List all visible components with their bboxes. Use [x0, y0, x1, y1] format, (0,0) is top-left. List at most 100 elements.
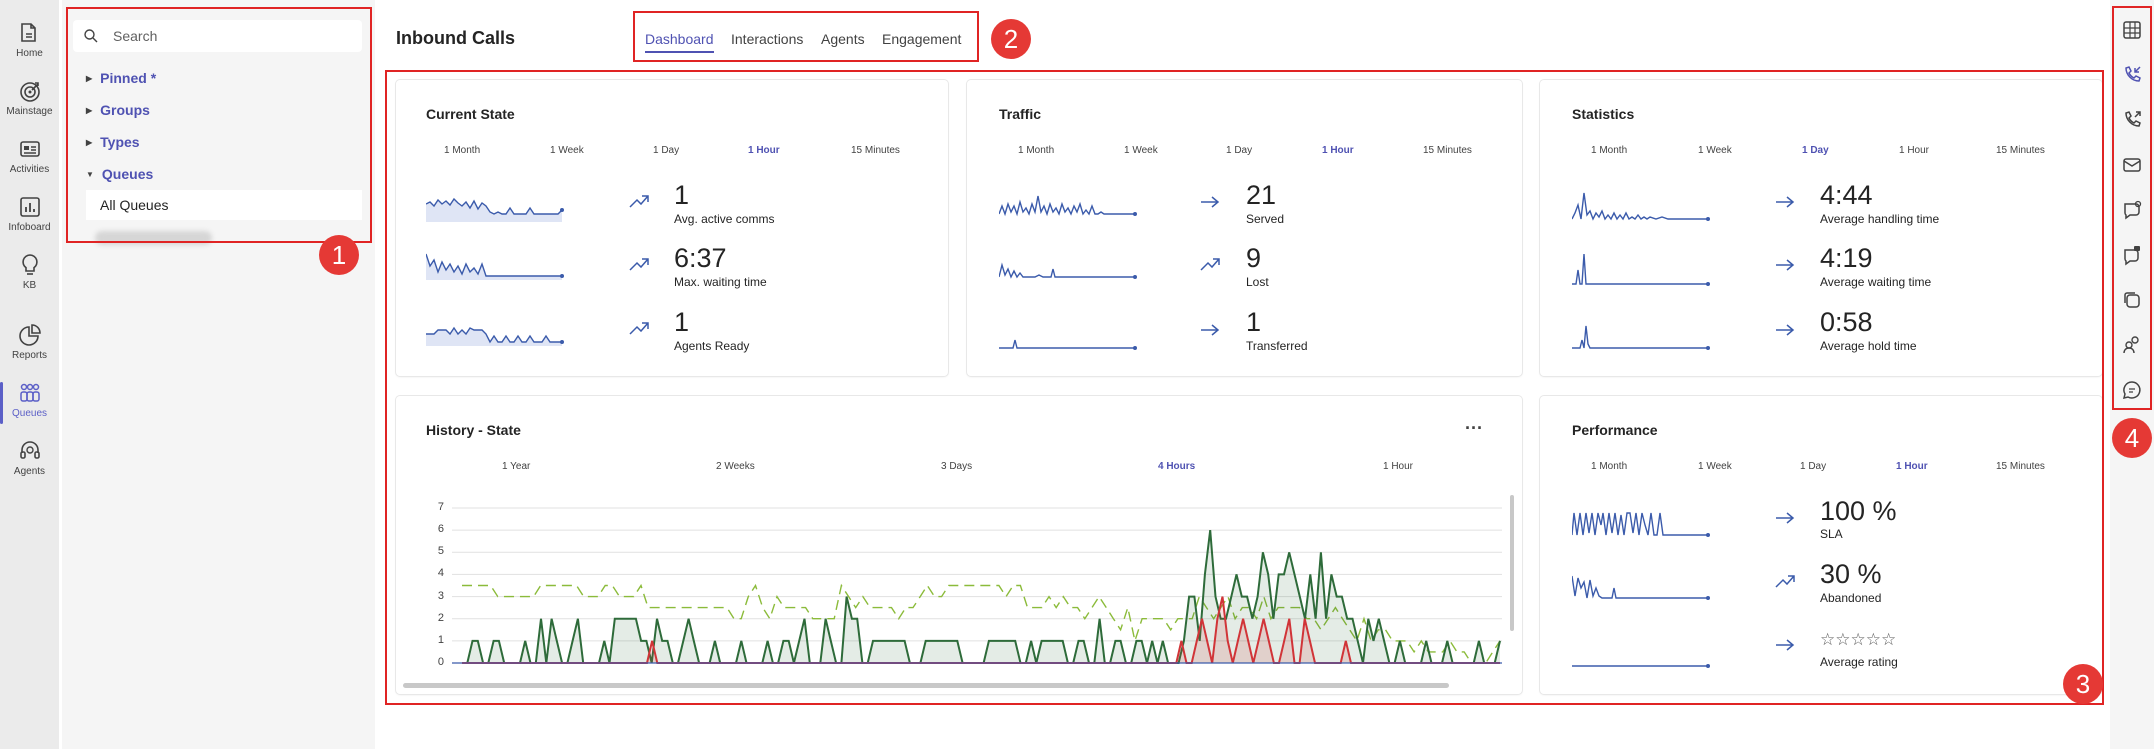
- rail-item-home[interactable]: Home: [0, 18, 59, 74]
- comment-icon[interactable]: [2121, 379, 2143, 401]
- pie-icon: [18, 324, 41, 346]
- rail-item-mainstage[interactable]: Mainstage: [0, 76, 59, 132]
- kpi-label: Lost: [1246, 275, 1269, 289]
- range-tab-1-day[interactable]: 1 Day: [1800, 461, 1826, 472]
- sparkline-average-hold-time: [1572, 325, 1710, 350]
- queues-icon: [19, 383, 40, 402]
- trend-up-icon: [629, 322, 649, 335]
- rail-item-infoboard[interactable]: Infoboard: [0, 192, 59, 248]
- kpi-value: 4:19: [1820, 243, 1873, 273]
- range-tab-1-month[interactable]: 1 Month: [444, 145, 480, 156]
- chat-icon[interactable]: [2121, 199, 2143, 221]
- range-tab-1-day[interactable]: 1 Day: [1226, 145, 1252, 156]
- tab-dashboard[interactable]: Dashboard: [645, 31, 714, 53]
- blurred-list-item[interactable]: [95, 231, 212, 245]
- trend-up-icon: [1200, 258, 1220, 271]
- kpi-value: 6:37: [674, 243, 727, 273]
- home-icon: [20, 23, 36, 42]
- kpi-label: Average handling time: [1820, 212, 1940, 226]
- more-options-button[interactable]: ···: [1465, 418, 1483, 439]
- copy-icon[interactable]: [2121, 289, 2143, 311]
- rail-item-kb[interactable]: KB: [0, 250, 59, 306]
- mail-icon[interactable]: [2121, 154, 2143, 176]
- range-tab-1-hour[interactable]: 1 Hour: [748, 145, 780, 156]
- rail-item-agents[interactable]: Agents: [0, 436, 59, 492]
- range-tab-15-minutes[interactable]: 15 Minutes: [1996, 145, 2045, 156]
- rail-item-label: Reports: [11, 350, 47, 361]
- range-tab-1-year[interactable]: 1 Year: [502, 461, 530, 472]
- range-tab-1-day[interactable]: 1 Day: [1802, 145, 1829, 156]
- search-input[interactable]: [113, 28, 353, 44]
- arrow-right-icon: [1201, 196, 1220, 208]
- kpi-value: 21: [1246, 180, 1277, 210]
- outgoing-call-icon[interactable]: [2121, 109, 2143, 131]
- kpi-label: Average rating: [1820, 655, 1898, 669]
- range-tab-2-weeks[interactable]: 2 Weeks: [716, 461, 755, 472]
- rail-item-reports[interactable]: Reports: [0, 320, 59, 376]
- card-title: Traffic: [999, 106, 1042, 122]
- range-tab-1-week[interactable]: 1 Week: [1698, 461, 1732, 472]
- rail-item-label: Home: [16, 48, 43, 59]
- rail-item-label: Mainstage: [6, 106, 53, 117]
- range-tab-15-minutes[interactable]: 15 Minutes: [851, 145, 900, 156]
- range-tab-1-hour[interactable]: 1 Hour: [1899, 145, 1929, 156]
- kpi-value: 1: [674, 180, 690, 210]
- kpi-label: Abandoned: [1820, 591, 1882, 605]
- tree-item-label: Queues: [101, 166, 154, 182]
- tree-item-groups[interactable]: ▶ Groups: [86, 102, 150, 118]
- range-tab-1-month[interactable]: 1 Month: [1591, 145, 1627, 156]
- sparkline-served: [999, 195, 1137, 217]
- tab-engagement[interactable]: Engagement: [882, 31, 961, 47]
- y-tick-label: 2: [437, 611, 444, 624]
- tree-item-types[interactable]: ▶ Types: [86, 134, 140, 150]
- vertical-scrollbar[interactable]: [1510, 495, 1514, 631]
- range-tab-15-minutes[interactable]: 15 Minutes: [1996, 461, 2045, 472]
- range-tab-15-minutes[interactable]: 15 Minutes: [1423, 145, 1472, 156]
- range-tab-1-month[interactable]: 1 Month: [1591, 461, 1627, 472]
- kpi-label: Max. waiting time: [674, 275, 767, 289]
- card-title: Statistics: [1572, 106, 1635, 122]
- card-title: Current State: [426, 106, 515, 122]
- sparkline-avg-active-comms: [426, 197, 564, 222]
- app-rail: Home Mainstage Activities Infoboard KB R…: [0, 0, 59, 749]
- y-tick-label: 7: [437, 501, 444, 513]
- range-tab-1-week[interactable]: 1 Week: [1124, 145, 1158, 156]
- message-icon[interactable]: [2121, 244, 2143, 266]
- arrow-right-icon: [1776, 324, 1795, 336]
- kpi-value: 9: [1246, 243, 1262, 273]
- rail-item-queues[interactable]: Queues: [0, 378, 59, 434]
- caret-right-icon: ▶: [86, 73, 93, 83]
- tab-interactions[interactable]: Interactions: [731, 31, 803, 47]
- range-tab-1-week[interactable]: 1 Week: [550, 145, 584, 156]
- range-tab-3-days[interactable]: 3 Days: [941, 461, 972, 472]
- tree-item-pinned[interactable]: ▶ Pinned *: [86, 70, 156, 86]
- grid-icon[interactable]: [2121, 19, 2143, 41]
- range-tab-1-month[interactable]: 1 Month: [1018, 145, 1054, 156]
- kpi-label: Transferred: [1246, 339, 1308, 353]
- range-tab-1-hour[interactable]: 1 Hour: [1322, 145, 1354, 156]
- kpi-value: 1: [674, 307, 690, 337]
- horizontal-scrollbar[interactable]: [403, 683, 1449, 688]
- rail-item-activities[interactable]: Activities: [0, 134, 59, 190]
- kpi-value: 0:58: [1820, 307, 1873, 337]
- range-tab-1-week[interactable]: 1 Week: [1698, 145, 1732, 156]
- search-box[interactable]: [73, 20, 362, 52]
- kpi-value: 1: [1246, 307, 1262, 337]
- tab-agents[interactable]: Agents: [821, 31, 865, 47]
- arrow-right-icon: [1776, 639, 1795, 651]
- tree-item-all-queues[interactable]: All Queues: [86, 190, 362, 220]
- annotation-badge-1: 1: [319, 235, 359, 275]
- kpi-label: Agents Ready: [674, 339, 750, 353]
- y-tick-label: 5: [437, 545, 444, 558]
- chart-icon: [19, 197, 40, 217]
- people-icon[interactable]: [2121, 334, 2143, 356]
- range-tab-4-hours[interactable]: 4 Hours: [1158, 461, 1195, 472]
- range-tab-1-hour[interactable]: 1 Hour: [1383, 461, 1413, 472]
- kpi-label: SLA: [1820, 527, 1843, 541]
- incoming-call-icon[interactable]: [2121, 64, 2143, 86]
- rail-item-label: Agents: [13, 466, 46, 477]
- range-tab-1-hour[interactable]: 1 Hour: [1896, 461, 1928, 472]
- range-tab-1-day[interactable]: 1 Day: [653, 145, 679, 156]
- tree-item-queues[interactable]: ▼ Queues: [86, 166, 153, 182]
- y-tick-label: 4: [437, 567, 444, 580]
